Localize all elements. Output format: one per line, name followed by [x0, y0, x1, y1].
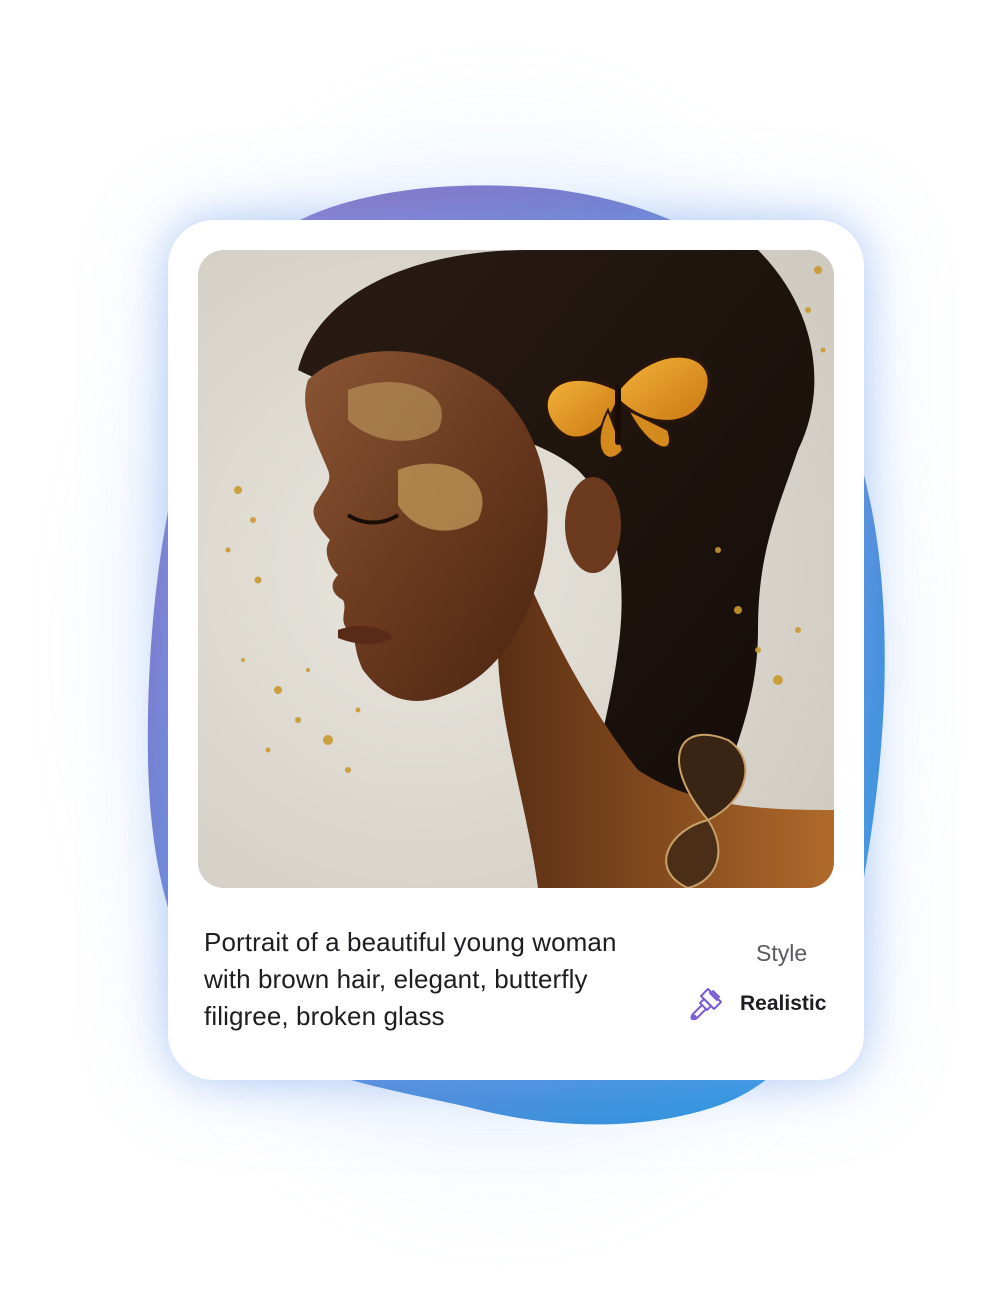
prompt-text: Portrait of a beautiful young woman with… — [204, 927, 617, 1031]
style-label: Style — [756, 940, 808, 966]
generated-image[interactable] — [198, 250, 834, 888]
style-tag[interactable]: Realistic — [686, 984, 826, 1024]
paint-brush-icon — [686, 984, 726, 1024]
style-value: Realistic — [740, 992, 827, 1015]
portrait-illustration — [198, 250, 834, 888]
